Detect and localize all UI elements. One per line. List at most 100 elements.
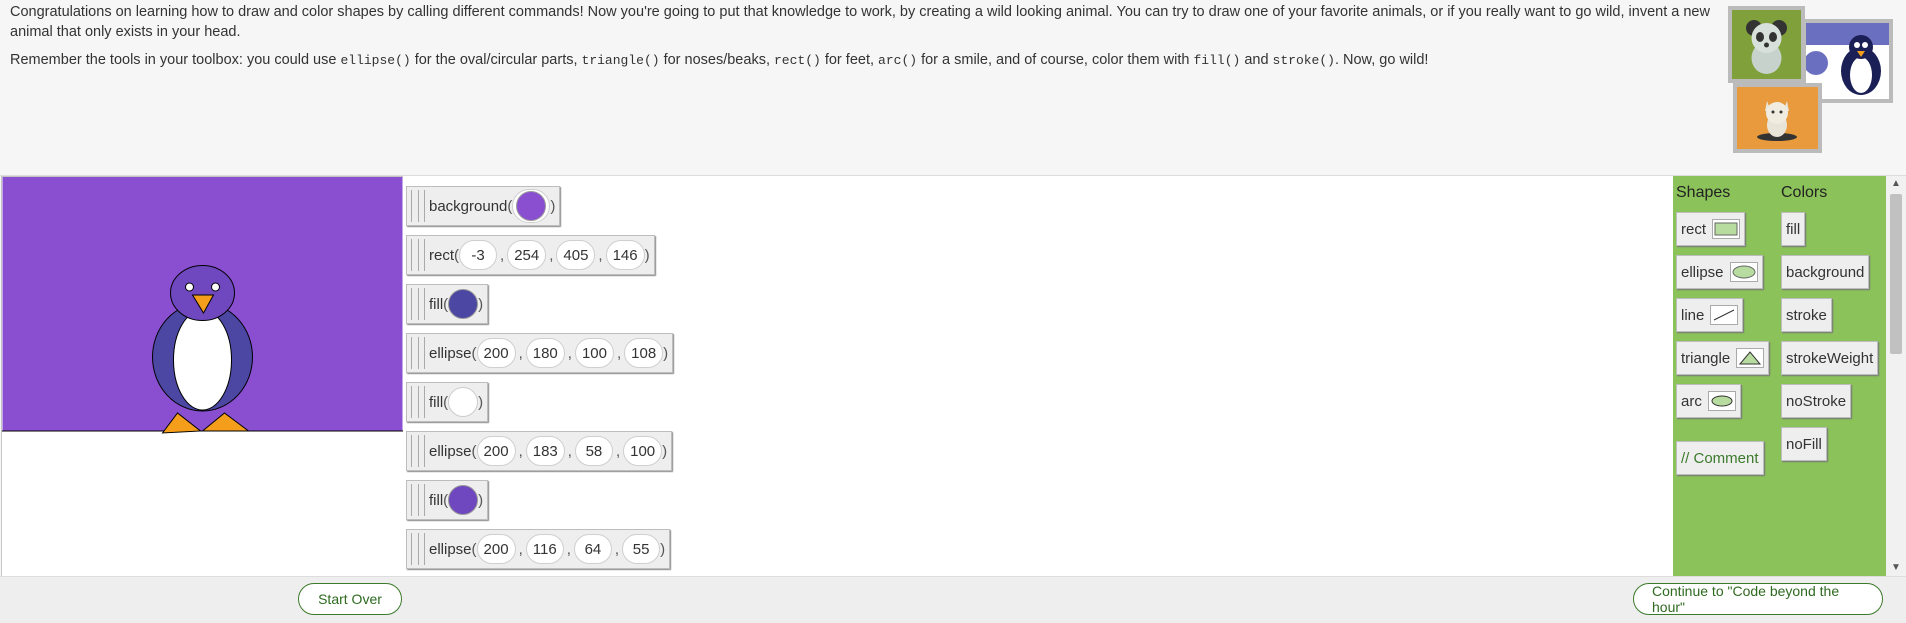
toolbox-scrollbar[interactable]: ▲ ▼	[1886, 176, 1906, 576]
block-ellipse-belly[interactable]: ellipse( 200, 183, 58, 100)	[406, 431, 673, 471]
arg-width[interactable]: 100	[574, 338, 614, 368]
comma: ,	[567, 442, 572, 460]
drag-handle[interactable]	[411, 533, 425, 565]
start-over-button[interactable]: Start Over	[298, 583, 402, 615]
line-icon	[1710, 305, 1739, 325]
text-span: for the oval/circular parts,	[410, 52, 582, 68]
block-fill-belly[interactable]: fill( )	[406, 382, 489, 422]
panda-image	[1746, 20, 1787, 74]
paren: )	[478, 491, 484, 509]
drag-handle[interactable]	[411, 337, 425, 369]
drag-handle[interactable]	[411, 288, 425, 320]
color-swatch[interactable]	[448, 289, 479, 319]
scroll-up-arrow-icon[interactable]: ▲	[1886, 176, 1906, 192]
block-ellipse-head[interactable]: ellipse( 200, 116, 64, 55)	[406, 529, 671, 569]
block-rect[interactable]: rect( -3, 254, 405, 146)	[406, 235, 655, 275]
comma: ,	[567, 344, 572, 362]
paren: (	[471, 344, 477, 362]
triangle-icon	[1736, 348, 1765, 368]
arg-y[interactable]: 183	[525, 436, 565, 466]
instructions-paragraph-2: Remember the tools in your toolbox: you …	[10, 50, 1715, 71]
comma: ,	[500, 246, 505, 264]
arg-x[interactable]: -3	[459, 240, 498, 270]
block-fill-body[interactable]: fill( )	[406, 284, 489, 324]
toolbox-strokeweight-block[interactable]: strokeWeight	[1781, 341, 1879, 375]
code-stroke: stroke()	[1272, 53, 1335, 68]
block-background[interactable]: background( )	[406, 186, 561, 226]
instructions-text: Congratulations on learning how to draw …	[10, 2, 1715, 79]
block-fn-name: ellipse	[429, 540, 472, 558]
paren: )	[478, 295, 484, 313]
block-fn-name: ellipse	[429, 442, 472, 460]
arg-height[interactable]: 100	[623, 436, 663, 466]
drag-handle[interactable]	[411, 239, 425, 271]
drag-handle[interactable]	[411, 435, 425, 467]
continue-button[interactable]: Continue to "Code beyond the hour"	[1633, 583, 1883, 615]
paren: )	[550, 197, 556, 215]
toolbox-line-block[interactable]: line	[1676, 298, 1744, 332]
color-arg[interactable]	[512, 189, 551, 223]
scroll-down-arrow-icon[interactable]: ▼	[1886, 560, 1906, 576]
block-fn-name: background	[429, 197, 508, 215]
arg-x[interactable]: 200	[476, 436, 516, 466]
drag-handle[interactable]	[411, 190, 425, 222]
text-span: for noses/beaks,	[659, 52, 774, 68]
example-thumbnails	[1728, 6, 1893, 153]
paren: )	[660, 540, 666, 558]
arg-y[interactable]: 116	[525, 534, 564, 564]
arg-height[interactable]: 108	[624, 338, 664, 368]
toolbox-ellipse-block[interactable]: ellipse	[1676, 255, 1763, 289]
cat-thumbnail[interactable]	[1733, 83, 1822, 153]
toolbox-rect-block[interactable]: rect	[1676, 212, 1746, 246]
toolbox-block-label: rect	[1681, 220, 1707, 238]
arc-icon	[1707, 391, 1736, 411]
code-workspace[interactable]: background( ) rect( -3, 254, 405, 146) f…	[403, 176, 1673, 576]
toolbox-arc-block[interactable]: arc	[1676, 384, 1741, 418]
block-ellipse-body[interactable]: ellipse( 200, 180, 100, 108)	[406, 333, 674, 373]
penguin-left-eye	[185, 282, 194, 292]
color-swatch[interactable]	[448, 387, 479, 417]
comma: ,	[549, 246, 554, 264]
color-swatch[interactable]	[448, 485, 479, 515]
comma: ,	[518, 540, 523, 558]
panda-thumbnail[interactable]	[1728, 6, 1805, 83]
code-triangle: triangle()	[581, 53, 660, 68]
arg-width[interactable]: 64	[573, 534, 612, 564]
snow-ground	[0, 430, 405, 578]
toolbox-fill-block[interactable]: fill	[1781, 212, 1806, 246]
toolbox-comment-block[interactable]: // Comment	[1676, 441, 1764, 475]
comma: ,	[598, 246, 603, 264]
paren: )	[644, 246, 650, 264]
penguin-right-eye	[211, 282, 220, 292]
paren: (	[471, 540, 477, 558]
toolbox-nostroke-block[interactable]: noStroke	[1781, 384, 1852, 418]
arg-x[interactable]: 200	[476, 338, 516, 368]
arg-height[interactable]: 55	[622, 534, 661, 564]
instructions-panel: Congratulations on learning how to draw …	[0, 0, 1906, 175]
toolbox-nofill-block[interactable]: noFill	[1781, 427, 1827, 461]
arg-y[interactable]: 254	[507, 240, 547, 270]
shapes-header: Shapes	[1676, 184, 1731, 201]
scroll-thumb[interactable]	[1890, 194, 1902, 354]
arg-height[interactable]: 146	[605, 240, 645, 270]
drag-handle[interactable]	[411, 484, 425, 516]
arg-width[interactable]: 405	[556, 240, 596, 270]
toolbox-background-block[interactable]: background	[1781, 255, 1870, 289]
arg-x[interactable]: 200	[476, 534, 516, 564]
block-fill-head[interactable]: fill( )	[406, 480, 489, 520]
drag-handle[interactable]	[411, 386, 425, 418]
comma: ,	[615, 442, 621, 460]
block-fn-name: rect	[429, 246, 455, 264]
toolbox-block-label: line	[1681, 306, 1705, 324]
toolbox-block-label: arc	[1681, 392, 1702, 410]
penguin-belly	[173, 309, 232, 411]
block-fn-name: fill	[429, 295, 444, 313]
drawing-canvas[interactable]	[0, 176, 405, 578]
text-span: for feet,	[820, 52, 879, 68]
toolbox-stroke-block[interactable]: stroke	[1781, 298, 1832, 332]
paren: )	[663, 344, 669, 362]
toolbox-triangle-block[interactable]: triangle	[1676, 341, 1770, 375]
comma: ,	[614, 540, 620, 558]
arg-width[interactable]: 58	[574, 436, 613, 466]
arg-y[interactable]: 180	[525, 338, 565, 368]
